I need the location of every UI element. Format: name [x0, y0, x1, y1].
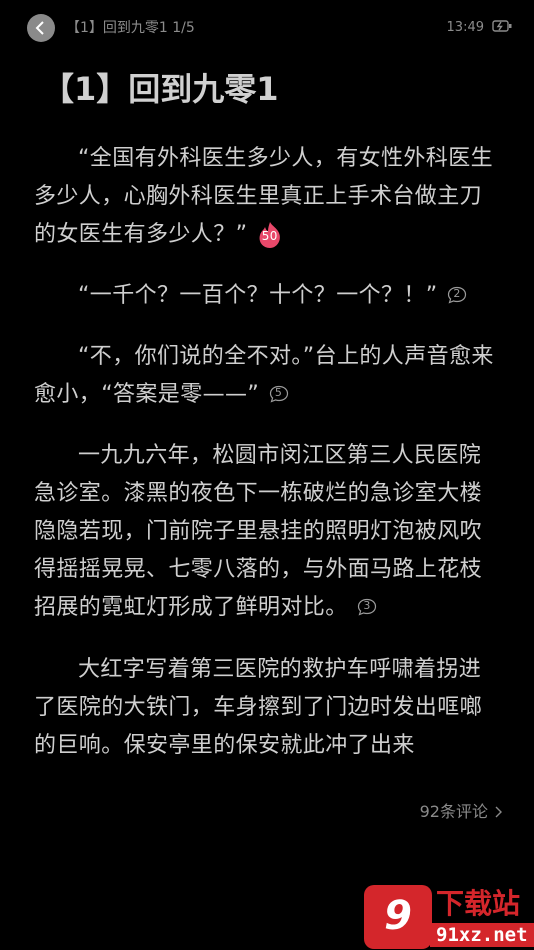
top-bar: 【1】回到九零1 1/5 13:49 — [0, 0, 534, 56]
header-title: 【1】回到九零1 1/5 — [66, 20, 195, 36]
status-time: 13:49 — [446, 20, 484, 35]
hot-comment-badge[interactable]: 50 — [257, 221, 283, 249]
paragraph-text: 一九九六年，松圆市闵江区第三人民医院急诊室。漆黑的夜色下一栋破烂的急诊室大楼隐隐… — [34, 443, 483, 620]
paragraph-text: “不，你们说的全不对。”台上的人声音愈来愈小，“答案是零——” — [34, 344, 494, 407]
comment-count: 50 — [261, 229, 278, 243]
comments-link-label: 92条评论 — [419, 802, 488, 821]
comment-badge[interactable]: 5 — [269, 385, 289, 403]
comment-badge[interactable]: 2 — [447, 286, 467, 304]
paragraph: “不，你们说的全不对。”台上的人声音愈来愈小，“答案是零——” 5 — [34, 338, 502, 414]
comment-badge[interactable]: 3 — [357, 598, 377, 616]
chevron-right-icon — [495, 806, 502, 818]
comment-count: 3 — [363, 599, 371, 612]
watermark-url: 91xz.net — [430, 923, 534, 947]
paragraph-text: “一千个？一百个？十个？一个？！” — [78, 283, 438, 308]
back-button[interactable] — [27, 14, 55, 42]
paragraph: “一千个？一百个？十个？一个？！” 2 — [34, 277, 502, 315]
site-watermark: 9 下载站 91xz.net — [362, 885, 534, 950]
watermark-logo-glyph: 9 — [384, 893, 412, 939]
paragraph: 一九九六年，松圆市闵江区第三人民医院急诊室。漆黑的夜色下一栋破烂的急诊室大楼隐隐… — [34, 437, 502, 627]
comment-count: 2 — [453, 287, 461, 300]
paragraph-text: 大红字写着第三医院的救护车呼啸着拐进了医院的大铁门，车身擦到了门边时发出哐啷的巨… — [34, 657, 483, 758]
comment-count: 5 — [274, 386, 283, 399]
chapter-title: 【1】回到九零1 — [42, 70, 279, 108]
chevron-left-icon — [35, 21, 44, 35]
paragraph: 大红字写着第三医院的救护车呼啸着拐进了医院的大铁门，车身擦到了门边时发出哐啷的巨… — [34, 651, 502, 765]
watermark-logo: 9 — [364, 885, 432, 949]
watermark-text: 下载站 — [436, 887, 521, 920]
battery-charging-icon — [492, 20, 512, 32]
view-comments-link[interactable]: 92条评论 — [420, 800, 504, 824]
paragraph: “全国有外科医生多少人，有女性外科医生多少人，心胸外科医生里真正上手术台做主刀的… — [34, 140, 502, 254]
